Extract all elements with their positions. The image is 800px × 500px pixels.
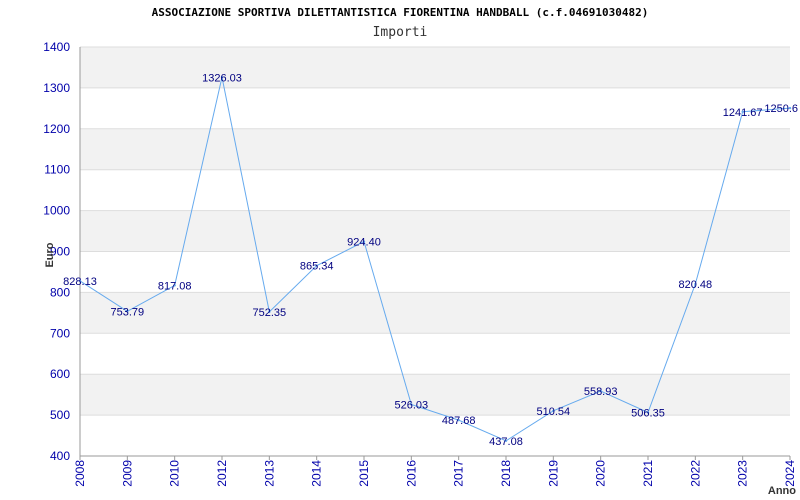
data-label: 817.08: [158, 280, 192, 292]
x-tick-label: 2013: [262, 460, 276, 487]
x-tick-label: 2009: [120, 460, 134, 487]
x-axis-label: Anno: [768, 485, 796, 497]
x-tick-label: 2019: [546, 460, 560, 487]
y-tick-label: 1300: [43, 81, 70, 95]
x-tick-label: 2017: [452, 460, 466, 487]
data-label: 506.35: [631, 408, 665, 420]
data-label: 437.08: [489, 436, 523, 448]
x-tick-label: 2012: [215, 460, 229, 487]
data-label: 828.13: [63, 276, 97, 288]
grid-band: [80, 374, 790, 416]
grid-band: [80, 47, 790, 88]
x-tick-label: 2024: [783, 460, 797, 487]
data-label: 526.03: [395, 399, 429, 411]
data-label: 1250.6: [764, 103, 798, 115]
data-label: 924.40: [347, 237, 381, 249]
data-label: 487.68: [442, 415, 476, 427]
y-tick-label: 1000: [43, 204, 70, 218]
grid-band: [80, 169, 790, 211]
y-tick-label: 1200: [43, 122, 70, 136]
x-tick-label: 2022: [688, 460, 702, 487]
x-tick-label: 2018: [499, 460, 513, 487]
x-tick-label: 2015: [357, 460, 371, 487]
data-label: 865.34: [300, 261, 334, 273]
x-tick-label: 2023: [736, 460, 750, 487]
data-label: 510.54: [537, 406, 571, 418]
grid-band: [80, 333, 790, 375]
x-tick-label: 2021: [641, 460, 655, 487]
x-tick-label: 2008: [73, 460, 87, 487]
data-label: 752.35: [253, 307, 287, 319]
data-label: 1241.67: [723, 107, 763, 119]
y-tick-label: 700: [50, 326, 70, 340]
y-tick-label: 600: [50, 367, 70, 381]
x-tick-label: 2014: [310, 460, 324, 487]
grid-band: [80, 87, 790, 129]
y-tick-label: 500: [50, 408, 70, 422]
x-tick-label: 2020: [594, 460, 608, 487]
grid-band: [80, 292, 790, 334]
x-tick-label: 2016: [404, 460, 418, 487]
y-tick-label: 1400: [43, 40, 70, 54]
y-tick-label: 400: [50, 449, 70, 463]
data-label: 558.93: [584, 386, 618, 398]
x-tick-label: 2010: [168, 460, 182, 487]
y-tick-label: 1100: [44, 163, 70, 177]
y-axis-label: Euro: [44, 242, 56, 267]
data-label: 1326.03: [202, 72, 242, 84]
grid-band: [80, 128, 790, 170]
data-label: 820.48: [679, 279, 713, 291]
data-label: 753.79: [111, 306, 145, 318]
line-chart: 40050060070080090010001100120013001400 2…: [43, 40, 798, 497]
grid-band: [80, 415, 790, 456]
grid-band: [80, 210, 790, 252]
